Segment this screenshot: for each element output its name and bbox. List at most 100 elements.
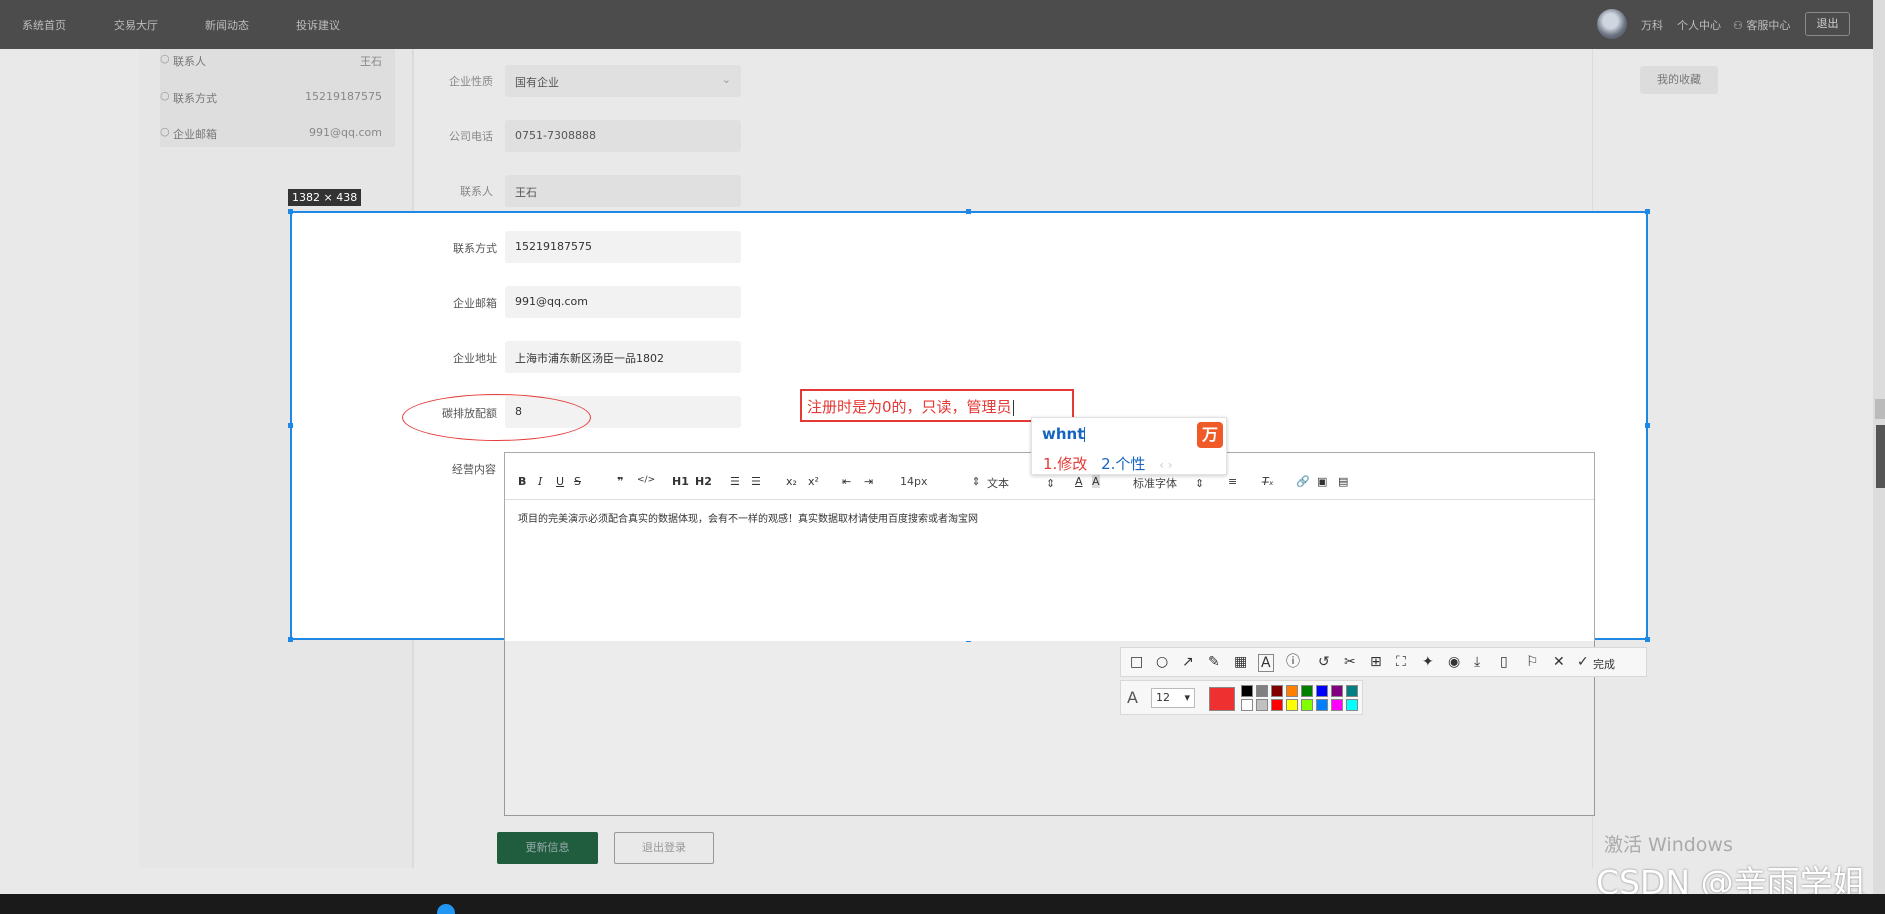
font-family-value: 标准字体: [1133, 477, 1177, 490]
bold-icon[interactable]: B: [518, 475, 526, 488]
color-swatch[interactable]: [1301, 699, 1313, 711]
company-phone-input[interactable]: 0751-7308888: [505, 120, 741, 152]
annotation-ellipse[interactable]: [402, 394, 591, 441]
font-size-dropdown[interactable]: 12 ▾: [1151, 688, 1195, 708]
background-color-icon[interactable]: A: [1092, 475, 1100, 488]
text-icon[interactable]: A: [1258, 654, 1274, 672]
my-favorites-button[interactable]: 我的收藏: [1640, 66, 1718, 94]
bullet-list-icon[interactable]: ☰: [751, 475, 761, 488]
color-swatch[interactable]: [1271, 699, 1283, 711]
resize-handle[interactable]: [1645, 209, 1650, 214]
ime-logo-icon[interactable]: 万: [1197, 422, 1223, 448]
block-type-value: 文本: [987, 477, 1009, 490]
indent-increase-icon[interactable]: ⇥: [864, 475, 873, 488]
select-arrows-icon: ⇕: [971, 475, 981, 488]
bookmark-icon[interactable]: ⚐: [1526, 654, 1539, 670]
color-swatch[interactable]: [1346, 685, 1358, 697]
download-icon[interactable]: ⤓: [1474, 654, 1480, 670]
long-screenshot-icon[interactable]: ⛶: [1396, 654, 1406, 670]
code-icon[interactable]: </>: [637, 475, 655, 485]
heading2-icon[interactable]: H2: [695, 475, 712, 488]
nav-complaints[interactable]: 投诉建议: [296, 17, 340, 33]
color-swatch[interactable]: [1256, 685, 1268, 697]
rich-text-editor[interactable]: B I U S ❞ </> H1 H2 ☰ ☰ x₂ x² ⇤ ⇥ 14px ⇕ …: [504, 452, 1595, 641]
ime-candidate-1[interactable]: 1.修改: [1043, 455, 1087, 473]
font-color-icon[interactable]: A: [1075, 475, 1083, 488]
color-swatch[interactable]: [1241, 699, 1253, 711]
logout-button[interactable]: 退出: [1805, 12, 1850, 36]
ocr-icon[interactable]: ⊞: [1370, 654, 1382, 670]
phone-icon[interactable]: ▯: [1500, 654, 1508, 670]
mosaic-icon[interactable]: ▦: [1234, 654, 1247, 670]
contact-input[interactable]: 王石: [505, 175, 741, 207]
contact-phone-input[interactable]: 15219187575: [505, 231, 741, 263]
indent-decrease-icon[interactable]: ⇤: [842, 475, 851, 488]
scrollbar-thumb[interactable]: [1876, 425, 1885, 488]
email-input[interactable]: 991@qq.com: [505, 286, 741, 318]
color-swatch[interactable]: [1271, 685, 1283, 697]
align-icon[interactable]: ≡: [1228, 475, 1237, 488]
ellipse-icon[interactable]: ○: [1156, 654, 1168, 670]
color-swatch[interactable]: [1301, 685, 1313, 697]
color-swatch[interactable]: [1286, 685, 1298, 697]
undo-icon[interactable]: ↺: [1318, 654, 1330, 670]
sidebar-item-label: 联系方式: [173, 92, 217, 105]
color-swatch[interactable]: [1316, 685, 1328, 697]
quote-icon[interactable]: ❞: [617, 475, 623, 488]
clear-format-icon[interactable]: T̶ₓ: [1262, 475, 1274, 488]
resize-handle[interactable]: [966, 209, 971, 214]
superscript-icon[interactable]: x²: [808, 475, 819, 488]
done-button[interactable]: 完成: [1593, 656, 1615, 672]
resize-handle[interactable]: [1645, 423, 1650, 428]
resize-handle[interactable]: [288, 209, 293, 214]
ime-candidate-2[interactable]: 2.个性: [1101, 455, 1145, 473]
current-color-swatch[interactable]: [1209, 687, 1235, 711]
logout-account-button[interactable]: 退出登录: [614, 832, 714, 864]
color-swatch[interactable]: [1331, 685, 1343, 697]
update-info-button[interactable]: 更新信息: [497, 832, 598, 864]
heading1-icon[interactable]: H1: [672, 475, 689, 488]
number-icon[interactable]: ⓘ: [1286, 654, 1300, 670]
color-swatch[interactable]: [1286, 699, 1298, 711]
user-name[interactable]: 万科: [1641, 17, 1663, 33]
user-center-link[interactable]: 个人中心: [1677, 17, 1721, 33]
color-swatch[interactable]: [1256, 699, 1268, 711]
resize-handle[interactable]: [1645, 637, 1650, 642]
resize-handle[interactable]: [288, 637, 293, 642]
phone-icon: ○: [160, 89, 170, 102]
block-type-select[interactable]: 文本 ⇕: [987, 475, 1055, 491]
avatar[interactable]: [1597, 9, 1627, 39]
record-icon[interactable]: ◉: [1448, 654, 1460, 670]
scissors-icon[interactable]: ✂: [1344, 654, 1356, 670]
field-label: 企业地址: [453, 352, 497, 365]
ime-candidate-popup: whnt 万 1.修改 2.个性 ‹ ›: [1031, 417, 1227, 475]
strike-icon[interactable]: S: [574, 475, 581, 488]
customer-service-link[interactable]: ⚇ 客服中心: [1733, 17, 1790, 33]
company-type-select[interactable]: 国有企业 ⌄: [505, 65, 741, 97]
color-swatch[interactable]: [1241, 685, 1253, 697]
form-row-company-phone: 公司电话 0751-7308888: [413, 120, 813, 152]
font-family-select[interactable]: 标准字体 ⇕: [1133, 475, 1204, 491]
color-swatch[interactable]: [1331, 699, 1343, 711]
rectangle-icon[interactable]: □: [1130, 654, 1143, 670]
link-icon[interactable]: 🔗: [1296, 475, 1310, 488]
pin-icon[interactable]: ✦: [1422, 654, 1434, 670]
italic-icon[interactable]: I: [538, 475, 542, 488]
arrow-icon[interactable]: ↗: [1182, 654, 1194, 670]
nav-trading-hall[interactable]: 交易大厅: [114, 17, 158, 33]
address-input[interactable]: 上海市浦东新区汤臣一品1802: [505, 341, 741, 373]
color-swatch[interactable]: [1316, 699, 1328, 711]
pen-icon[interactable]: ✎: [1208, 654, 1220, 670]
nav-home[interactable]: 系统首页: [22, 17, 66, 33]
color-swatch[interactable]: [1346, 699, 1358, 711]
image-icon[interactable]: ▣: [1317, 475, 1327, 488]
subscript-icon[interactable]: x₂: [786, 475, 797, 488]
ordered-list-icon[interactable]: ☰: [730, 475, 740, 488]
close-icon[interactable]: ✕: [1553, 654, 1565, 670]
underline-icon[interactable]: U: [556, 475, 564, 488]
check-icon[interactable]: ✓: [1577, 654, 1589, 670]
nav-news[interactable]: 新闻动态: [205, 17, 249, 33]
font-size-select[interactable]: 14px ⇕: [900, 475, 981, 488]
video-icon[interactable]: ▤: [1338, 475, 1348, 488]
ime-page-arrows-icon[interactable]: ‹ ›: [1159, 458, 1172, 472]
